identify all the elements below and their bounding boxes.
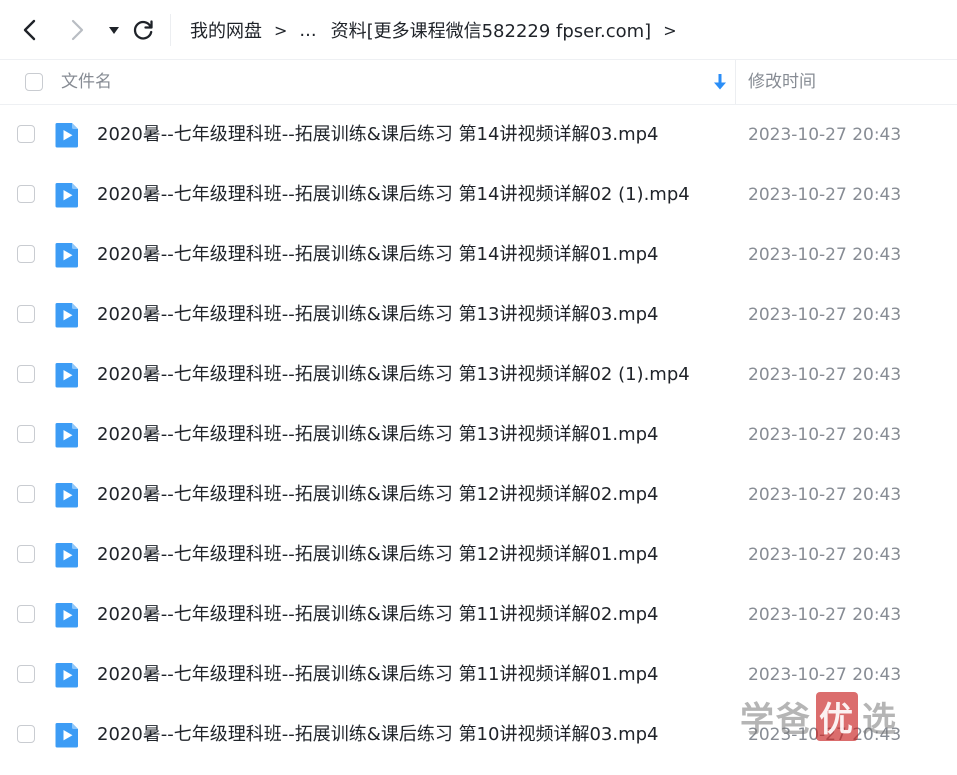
chevron-right-icon (71, 19, 84, 41)
file-row[interactable]: 2020暑--七年级理科班--拓展训练&课后练习 第12讲视频详解01.mp4 2… (0, 525, 957, 585)
file-row[interactable]: 2020暑--七年级理科班--拓展训练&课后练习 第13讲视频详解03.mp4 2… (0, 285, 957, 345)
video-file-icon (55, 363, 78, 388)
breadcrumb: 我的网盘 > ... 资料[更多课程微信582229 fpser.com] > (190, 0, 689, 60)
video-file-icon (55, 123, 78, 148)
file-modified-time: 2023-10-27 20:43 (748, 125, 902, 145)
file-row[interactable]: 2020暑--七年级理科班--拓展训练&课后练习 第12讲视频详解02.mp4 2… (0, 465, 957, 525)
file-name[interactable]: 2020暑--七年级理科班--拓展训练&课后练习 第13讲视频详解02 (1).… (97, 345, 690, 405)
video-file-icon (55, 603, 78, 628)
video-file-icon (55, 663, 78, 688)
file-row[interactable]: 2020暑--七年级理科班--拓展训练&课后练习 第14讲视频详解03.mp4 2… (0, 105, 957, 165)
file-row[interactable]: 2020暑--七年级理科班--拓展训练&课后练习 第11讲视频详解01.mp4 2… (0, 645, 957, 705)
row-checkbox[interactable] (17, 185, 35, 203)
history-dropdown-button[interactable] (101, 17, 127, 43)
file-modified-time: 2023-10-27 20:43 (748, 305, 902, 325)
video-file-icon (55, 183, 78, 208)
file-modified-time: 2023-10-27 20:43 (748, 185, 902, 205)
file-name[interactable]: 2020暑--七年级理科班--拓展训练&课后练习 第14讲视频详解01.mp4 (97, 225, 659, 285)
file-row[interactable]: 2020暑--七年级理科班--拓展训练&课后练习 第14讲视频详解01.mp4 2… (0, 225, 957, 285)
file-modified-time: 2023-10-27 20:43 (748, 725, 902, 745)
chevron-left-icon (23, 19, 36, 41)
row-checkbox[interactable] (17, 485, 35, 503)
file-name[interactable]: 2020暑--七年级理科班--拓展训练&课后练习 第11讲视频详解01.mp4 (97, 645, 659, 705)
row-checkbox[interactable] (17, 305, 35, 323)
forward-button[interactable] (64, 17, 90, 43)
column-header-modified-time[interactable]: 修改时间 (748, 60, 816, 104)
file-name[interactable]: 2020暑--七年级理科班--拓展训练&课后练习 第11讲视频详解02.mp4 (97, 585, 659, 645)
video-file-icon (55, 303, 78, 328)
video-file-icon (55, 423, 78, 448)
column-divider[interactable] (735, 60, 736, 104)
file-name[interactable]: 2020暑--七年级理科班--拓展训练&课后练习 第14讲视频详解02 (1).… (97, 165, 690, 225)
file-name[interactable]: 2020暑--七年级理科班--拓展训练&课后练习 第13讲视频详解03.mp4 (97, 285, 659, 345)
file-row[interactable]: 2020暑--七年级理科班--拓展训练&课后练习 第13讲视频详解01.mp4 2… (0, 405, 957, 465)
file-name[interactable]: 2020暑--七年级理科班--拓展训练&课后练习 第12讲视频详解02.mp4 (97, 465, 659, 525)
breadcrumb-item-root[interactable]: 我的网盘 (190, 17, 262, 43)
breadcrumb-separator-trailing[interactable]: > (663, 21, 676, 40)
row-checkbox[interactable] (17, 545, 35, 563)
row-checkbox[interactable] (17, 425, 35, 443)
breadcrumb-separator: > (274, 20, 288, 40)
breadcrumb-item-current[interactable]: 资料[更多课程微信582229 fpser.com] (331, 17, 652, 43)
column-header-name[interactable]: 文件名 (61, 60, 112, 104)
refresh-button[interactable] (130, 17, 156, 43)
top-navigation-bar: 我的网盘 > ... 资料[更多课程微信582229 fpser.com] > (0, 0, 957, 60)
row-checkbox[interactable] (17, 665, 35, 683)
nav-divider (170, 14, 171, 46)
file-modified-time: 2023-10-27 20:43 (748, 365, 902, 385)
file-row[interactable]: 2020暑--七年级理科班--拓展训练&课后练习 第10讲视频详解03.mp4 2… (0, 705, 957, 765)
video-file-icon (55, 543, 78, 568)
file-modified-time: 2023-10-27 20:43 (748, 545, 902, 565)
row-checkbox[interactable] (17, 365, 35, 383)
row-checkbox[interactable] (17, 605, 35, 623)
file-name[interactable]: 2020暑--七年级理科班--拓展训练&课后练习 第10讲视频详解03.mp4 (97, 705, 659, 765)
caret-down-icon (109, 27, 119, 34)
file-modified-time: 2023-10-27 20:43 (748, 245, 902, 265)
file-row[interactable]: 2020暑--七年级理科班--拓展训练&课后练习 第13讲视频详解02 (1).… (0, 345, 957, 405)
file-name[interactable]: 2020暑--七年级理科班--拓展训练&课后练习 第12讲视频详解01.mp4 (97, 525, 659, 585)
breadcrumb-ellipsis[interactable]: ... (299, 20, 316, 41)
select-all-checkbox[interactable] (25, 73, 43, 91)
video-file-icon (55, 483, 78, 508)
file-modified-time: 2023-10-27 20:43 (748, 665, 902, 685)
back-button[interactable] (17, 17, 43, 43)
refresh-icon (133, 20, 153, 40)
file-name[interactable]: 2020暑--七年级理科班--拓展训练&课后练习 第13讲视频详解01.mp4 (97, 405, 659, 465)
video-file-icon (55, 243, 78, 268)
file-row[interactable]: 2020暑--七年级理科班--拓展训练&课后练习 第14讲视频详解02 (1).… (0, 165, 957, 225)
sort-down-arrow-icon[interactable] (711, 72, 729, 92)
row-checkbox[interactable] (17, 125, 35, 143)
file-modified-time: 2023-10-27 20:43 (748, 485, 902, 505)
file-list: 2020暑--七年级理科班--拓展训练&课后练习 第14讲视频详解03.mp4 2… (0, 105, 957, 765)
row-checkbox[interactable] (17, 725, 35, 743)
file-list-header: 文件名 修改时间 (0, 60, 957, 105)
file-modified-time: 2023-10-27 20:43 (748, 425, 902, 445)
file-row[interactable]: 2020暑--七年级理科班--拓展训练&课后练习 第11讲视频详解02.mp4 2… (0, 585, 957, 645)
row-checkbox[interactable] (17, 245, 35, 263)
video-file-icon (55, 723, 78, 748)
file-modified-time: 2023-10-27 20:43 (748, 605, 902, 625)
file-name[interactable]: 2020暑--七年级理科班--拓展训练&课后练习 第14讲视频详解03.mp4 (97, 105, 659, 165)
